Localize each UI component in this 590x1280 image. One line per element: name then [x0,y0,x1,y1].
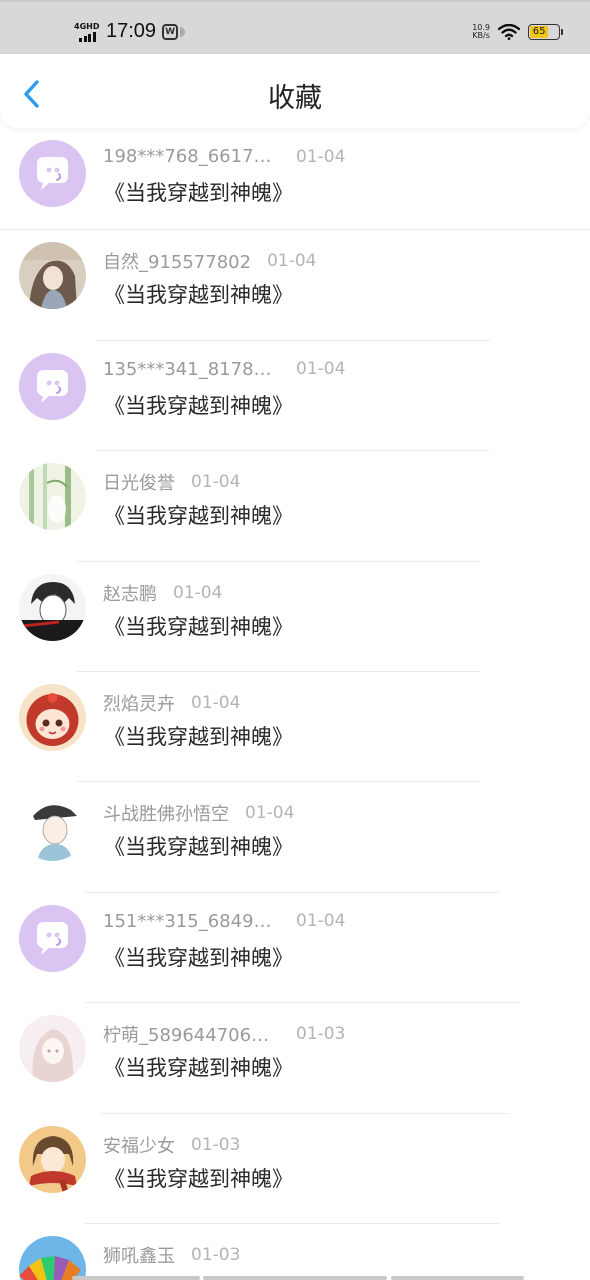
status-time: 17:09 [106,20,157,42]
item-date: 01-03 [191,1244,241,1265]
app-notification-icon: W [162,23,179,40]
item-date: 01-04 [267,251,317,272]
list-item[interactable]: 赵志鹏 01-04 《当我穿越到神魄》 [0,562,590,672]
list-item[interactable]: 狮吼鑫玉 01-03 [0,1224,590,1280]
nav-header: 收藏 [0,54,590,128]
item-meta: 柠萌_589644706… 01-03 [103,1021,345,1047]
item-content[interactable]: 《当我穿越到神魄》 [104,942,293,972]
cartoon-girl-avatar[interactable] [19,683,86,751]
scarf-girl-avatar[interactable] [19,1125,86,1193]
signal-icon [79,31,96,42]
item-date: 01-04 [191,692,241,713]
default-chat-avatar[interactable] [19,904,86,972]
user-name[interactable]: 柠萌_589644706… [103,1021,278,1047]
list-item[interactable]: 烈焰灵卉 01-04 《当我穿越到神魄》 [0,672,590,783]
item-content[interactable]: 《当我穿越到神魄》 [104,831,293,861]
network-type: 4GHD [74,21,100,31]
list-item[interactable]: 日光俊誉 01-04 《当我穿越到神魄》 [0,451,590,562]
list-item[interactable]: 135***341_8178… 01-04 《当我穿越到神魄》 [0,341,590,452]
item-content[interactable]: 《当我穿越到神魄》 [104,1163,293,1193]
item-date: 01-04 [296,359,346,380]
user-name[interactable]: 日光俊誉 [103,469,175,495]
item-date: 01-04 [245,803,295,824]
favorites-list[interactable]: 198***768_6617… 01-04 《当我穿越到神魄》 自然_91557780… [0,128,590,1280]
status-bar: 4GHD 17:09 W 10.9 KB/s 65 [0,0,590,54]
wifi-icon [498,24,520,40]
list-item[interactable]: 198***768_6617… 01-04 《当我穿越到神魄》 [0,128,590,231]
default-chat-avatar[interactable] [19,140,86,207]
item-meta: 烈焰灵卉 01-04 [103,690,240,716]
list-item[interactable]: 斗战胜佛孙悟空 01-04 《当我穿越到神魄》 [0,782,590,893]
item-content[interactable]: 《当我穿越到神魄》 [104,390,293,420]
user-name[interactable]: 赵志鹏 [103,580,157,606]
list-item[interactable]: 柠萌_589644706… 01-03 《当我穿越到神魄》 [0,1003,590,1114]
user-name[interactable]: 烈焰灵卉 [103,690,175,716]
item-date: 01-04 [191,472,241,493]
user-name[interactable]: 安福少女 [103,1132,175,1158]
user-name[interactable]: 斗战胜佛孙悟空 [103,800,229,826]
item-meta: 斗战胜佛孙悟空 01-04 [103,800,294,826]
notification-dot-icon [180,26,186,37]
item-content[interactable]: 《当我穿越到神魄》 [104,500,293,530]
net-speed-unit: KB/s [472,31,490,40]
item-date: 01-04 [296,911,346,932]
item-content[interactable]: 《当我穿越到神魄》 [104,1052,293,1082]
item-meta: 狮吼鑫玉 01-03 [103,1242,240,1268]
page-title: 收藏 [268,83,322,114]
item-date: 01-03 [191,1134,241,1155]
item-meta: 赵志鹏 01-04 [103,580,222,606]
item-meta: 日光俊誉 01-04 [103,469,240,495]
network-indicator: 4GHD [74,21,100,43]
item-meta: 自然_915577802 01-04 [103,248,316,274]
item-date: 01-04 [173,582,223,603]
sketch-boy-avatar[interactable] [19,573,86,641]
item-meta: 安福少女 01-03 [103,1132,240,1158]
colorful-fan-avatar[interactable] [19,1235,86,1280]
item-content[interactable]: 《当我穿越到神魄》 [104,721,293,751]
item-meta: 198***768_6617… 01-04 [103,146,345,167]
user-name[interactable]: 自然_915577802 [103,248,251,274]
item-content[interactable]: 《当我穿越到神魄》 [104,611,293,641]
user-name[interactable]: 135***341_8178… [103,359,278,380]
user-name[interactable]: 狮吼鑫玉 [103,1242,175,1268]
user-name[interactable]: 198***768_6617… [103,146,278,167]
item-meta: 151***315_6849… 01-04 [103,911,345,932]
bottom-scroll-indicator [0,1276,590,1280]
net-speed: 10.9 KB/s [472,24,490,40]
battery-level: 65 [530,26,549,38]
bamboo-avatar[interactable] [19,463,86,531]
item-content[interactable]: 《当我穿越到神魄》 [104,279,293,309]
list-item[interactable]: 安福少女 01-03 《当我穿越到神魄》 [0,1114,590,1224]
item-date: 01-04 [296,146,346,167]
pastel-girl-avatar[interactable] [19,1015,86,1083]
item-meta: 135***341_8178… 01-04 [103,359,345,380]
item-content[interactable]: 《当我穿越到神魄》 [104,177,293,207]
battery-icon: 65 [528,24,563,40]
list-item[interactable]: 自然_915577802 01-04 《当我穿越到神魄》 [0,230,590,341]
user-name[interactable]: 151***315_6849… [103,911,278,932]
anime-boy-cap-avatar[interactable] [19,794,86,862]
status-right: 10.9 KB/s 65 [472,24,563,40]
anime-girl-avatar[interactable] [19,242,86,310]
default-chat-avatar[interactable] [19,352,86,420]
status-left: 4GHD 17:09 W [74,20,186,43]
list-item[interactable]: 151***315_6849… 01-04 《当我穿越到神魄》 [0,893,590,1004]
item-date: 01-03 [296,1024,346,1045]
